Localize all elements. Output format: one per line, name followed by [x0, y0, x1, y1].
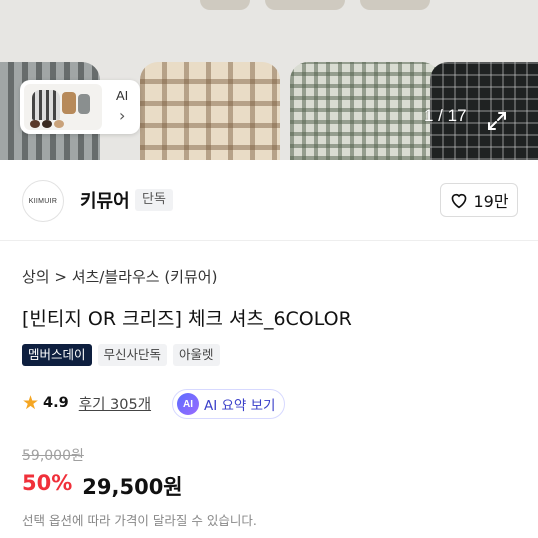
shirt-hem-decor [265, 0, 345, 10]
shirt-image-beige [140, 62, 280, 160]
store-name[interactable]: 키뮤어 [80, 187, 130, 213]
breadcrumb[interactable]: 상의 > 셔츠/블라우스 (키뮤어) [22, 266, 217, 287]
shirt-hem-decor [200, 0, 250, 10]
star-icon: ★ [22, 392, 40, 414]
tag-members-day: 멤버스데이 [22, 344, 92, 366]
discount-rate: 50% [22, 471, 73, 495]
ai-summary-label: AI 요약 보기 [204, 398, 276, 414]
ai-similar-items-chip[interactable]: AI › [20, 80, 140, 134]
product-image-gallery[interactable]: AI › 1 / 17 [0, 0, 538, 160]
price-note: 선택 옵션에 따라 가격이 달라질 수 있습니다. [22, 513, 257, 528]
ai-chip-label: AI [116, 88, 129, 103]
price-row: 50% 29,500원 [22, 471, 183, 501]
rating-row: ★ 4.9 후기 305개 [22, 392, 151, 414]
product-title: [빈티지 OR 크리즈] 체크 셔츠_6COLOR [22, 308, 352, 330]
heart-icon [452, 193, 467, 209]
ai-thumbnail-image [24, 84, 102, 130]
like-button[interactable]: 19만 [440, 183, 518, 217]
like-count: 19만 [473, 192, 509, 211]
shirt-hem-decor [360, 0, 430, 10]
original-price: 59,000원 [22, 448, 84, 464]
ai-summary-button[interactable]: AI AI 요약 보기 [172, 389, 286, 419]
chevron-right-icon: › [119, 106, 126, 125]
shirt-image-green [290, 62, 440, 160]
image-counter: 1 / 17 [424, 106, 467, 125]
product-tags: 멤버스데이 무신사단독 아울렛 [22, 344, 220, 366]
rating-score: 4.9 [43, 395, 69, 411]
exclusive-badge: 단독 [135, 189, 173, 211]
sale-price: 29,500원 [82, 475, 183, 499]
review-link[interactable]: 후기 305개 [79, 393, 151, 414]
store-logo[interactable]: KIIMUIR [22, 180, 64, 222]
store-logo-text: KIIMUIR [28, 197, 58, 205]
ai-badge-icon: AI [177, 393, 199, 415]
tag-outlet: 아울렛 [173, 344, 220, 366]
expand-icon[interactable] [486, 110, 508, 132]
tag-musinsa-exclusive: 무신사단독 [97, 344, 168, 366]
